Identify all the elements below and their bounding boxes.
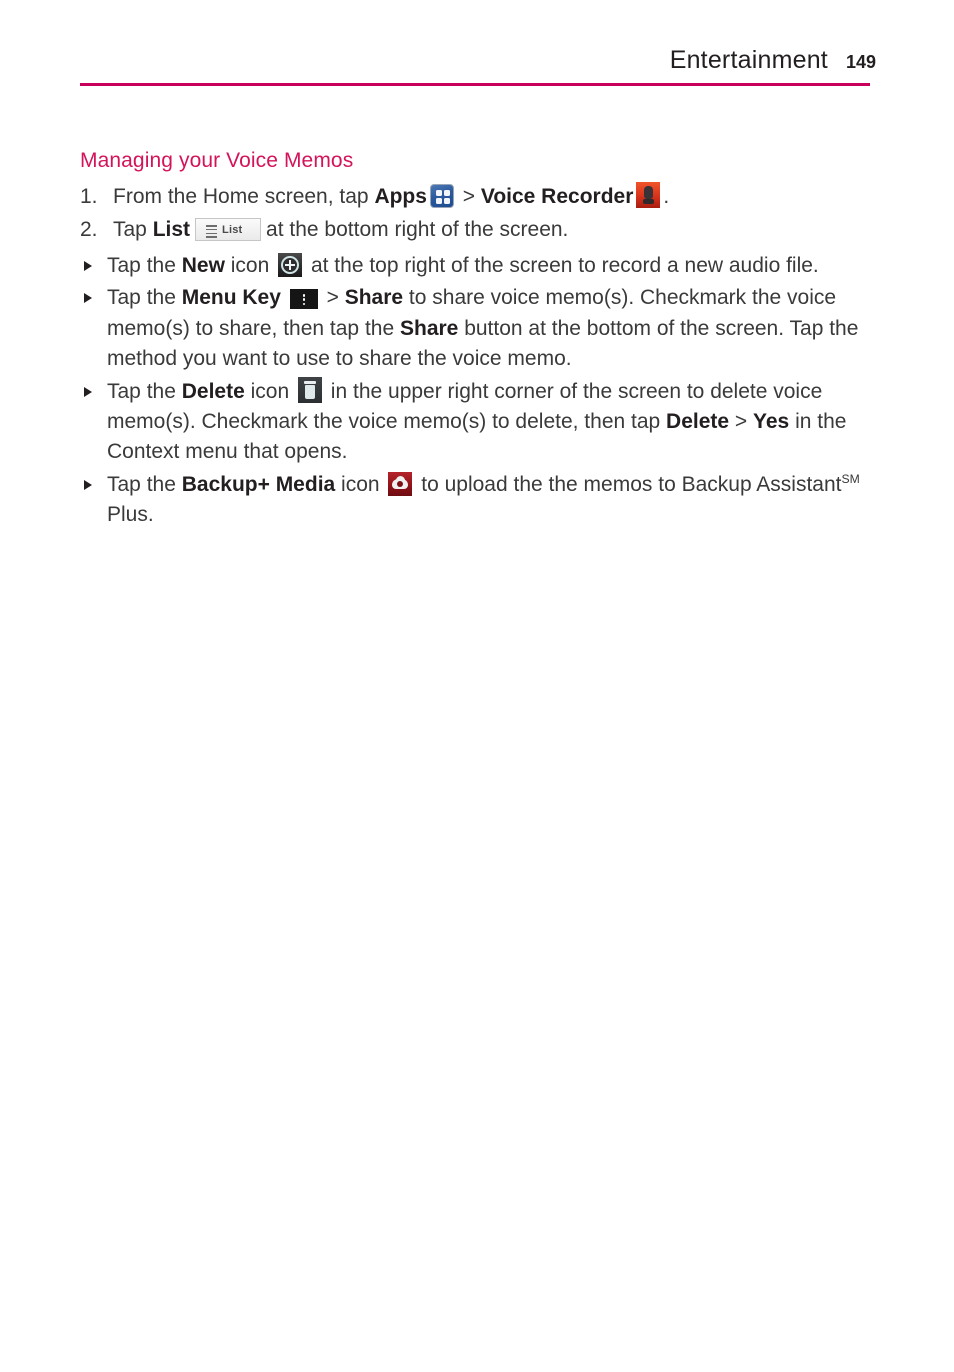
- voice-recorder-label: Voice Recorder: [480, 185, 634, 209]
- bullet-text: at the top right of the screen to record…: [305, 253, 819, 277]
- delete-trash-icon: [297, 376, 322, 403]
- step-number: 2.: [80, 218, 98, 241]
- bullet-text: Tap the: [107, 253, 182, 277]
- numbered-steps-list: 1. From the Home screen, tap Apps > Voic…: [80, 182, 880, 531]
- step-text-end: at the bottom right of the screen.: [266, 218, 569, 241]
- bullet-text: >: [729, 410, 754, 433]
- apps-grid-icon: [429, 184, 454, 209]
- page-header: Entertainment 149: [80, 46, 876, 88]
- header-divider-rule: [80, 83, 870, 86]
- document-page: Entertainment 149 Managing your Voice Me…: [0, 0, 954, 1372]
- step-text: From the Home screen, tap: [113, 185, 375, 209]
- bullet-text: Tap the: [107, 379, 182, 403]
- step-text-separator: >: [456, 185, 481, 209]
- list-label: List: [152, 218, 191, 241]
- list-item: Tap the Menu Key > Share to share voice …: [80, 283, 880, 374]
- bullet-text: >: [320, 286, 345, 310]
- new-plus-icon: [278, 252, 303, 277]
- bullet-text: [281, 286, 287, 309]
- list-item: Tap the New icon at the top right of the…: [80, 251, 880, 281]
- step-item-1: 1. From the Home screen, tap Apps > Voic…: [80, 182, 880, 212]
- list-item: Tap the Delete icon in the upper right c…: [80, 376, 880, 468]
- bullet-text: Tap the: [107, 286, 182, 310]
- menu-key-label: Menu Key: [181, 286, 281, 310]
- bullet-text: icon: [244, 379, 295, 403]
- voice-recorder-icon: [636, 182, 661, 209]
- bullet-text: Tap the: [107, 472, 182, 496]
- step-text: Tap: [113, 218, 153, 241]
- service-mark: SM: [841, 471, 860, 486]
- list-item: Tap the Backup+ Media icon to upload the…: [80, 470, 880, 531]
- apps-label: Apps: [374, 185, 427, 209]
- page-number: 149: [845, 52, 876, 72]
- page-title: Entertainment: [669, 46, 828, 74]
- triangle-bullet-icon: [84, 479, 92, 490]
- section-heading: Managing your Voice Memos: [80, 149, 354, 172]
- backup-media-label: Backup+ Media: [181, 472, 336, 496]
- bullet-text: icon: [224, 253, 276, 277]
- delete-menu-label: Delete: [666, 410, 730, 433]
- bullet-text: Plus.: [107, 503, 154, 527]
- step-text-end: .: [663, 185, 670, 209]
- step-item-2: 2. Tap List List at the bottom right of th…: [80, 215, 880, 245]
- list-button-icon: List: [195, 218, 262, 241]
- share-button-label: Share: [399, 316, 459, 340]
- backup-media-icon: [388, 471, 413, 496]
- triangle-bullet-icon: [84, 386, 92, 397]
- new-label: New: [181, 253, 225, 277]
- sub-bullet-list: Tap the New icon at the top right of the…: [80, 251, 880, 531]
- list-button-icon-label: List: [222, 224, 243, 236]
- yes-label: Yes: [753, 410, 790, 433]
- triangle-bullet-icon: [84, 293, 92, 304]
- bullet-text: to upload the the memos to Backup Assist…: [415, 472, 842, 496]
- triangle-bullet-icon: [84, 260, 92, 271]
- delete-label: Delete: [181, 379, 245, 403]
- share-label: Share: [344, 286, 404, 310]
- bullet-text: icon: [335, 472, 386, 496]
- page-content: Managing your Voice Memos 1. From the Ho…: [80, 148, 880, 533]
- step-number: 1.: [80, 185, 98, 209]
- menu-key-icon: [289, 289, 318, 310]
